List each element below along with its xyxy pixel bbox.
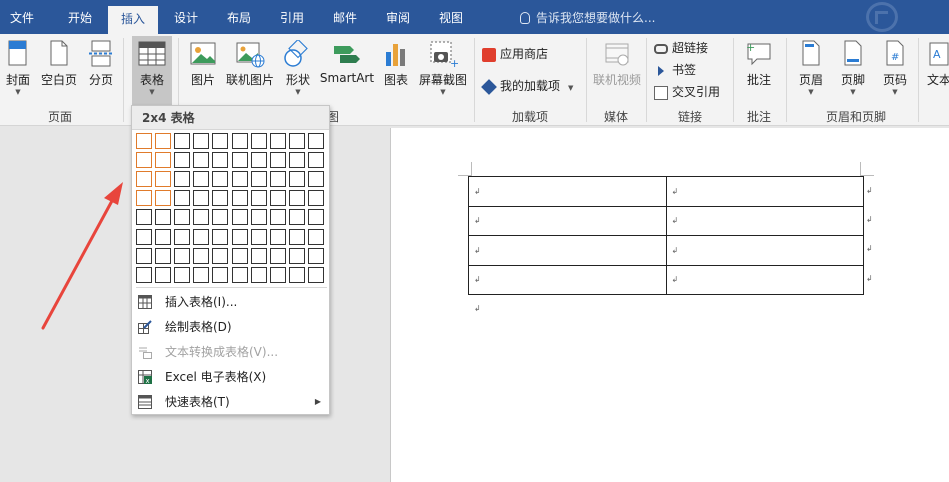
- annotation-arrow: [41, 182, 123, 330]
- arrowhead-icon: [104, 182, 123, 205]
